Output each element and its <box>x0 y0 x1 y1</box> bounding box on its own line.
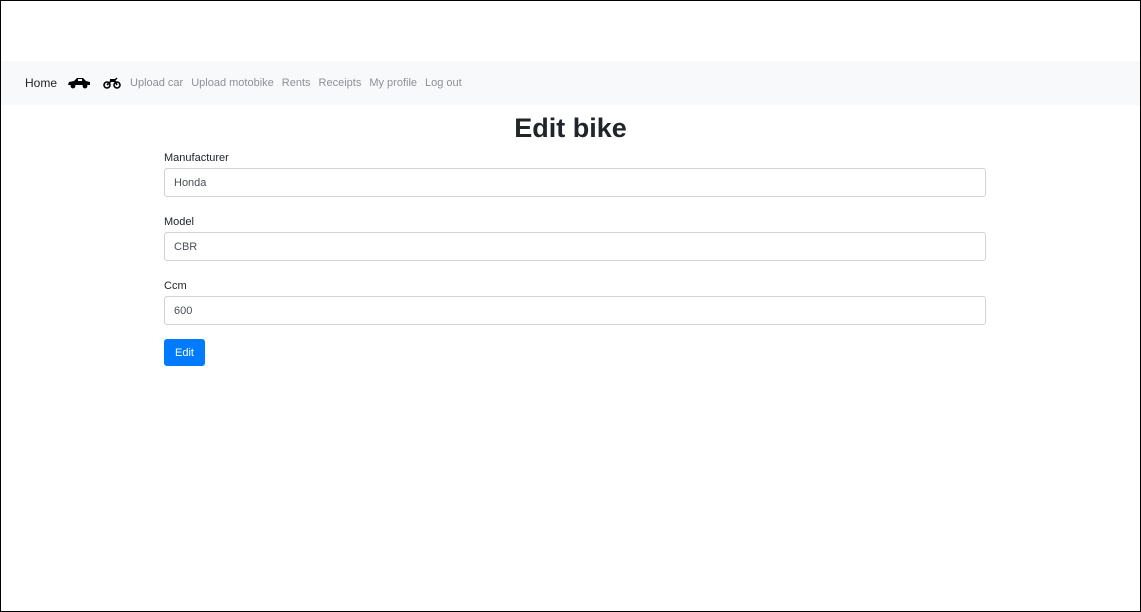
ccm-input[interactable] <box>164 296 986 325</box>
model-group: Model <box>164 212 986 261</box>
model-label: Model <box>164 216 194 228</box>
top-navbar: Home Upload car Upload motobike Rents Re… <box>1 61 1140 105</box>
nav-log-out-link[interactable]: Log out <box>425 77 462 89</box>
nav-upload-car-link[interactable]: Upload car <box>130 77 183 89</box>
manufacturer-input[interactable] <box>164 168 986 197</box>
ccm-group: Ccm <box>164 276 986 325</box>
edit-bike-form: Manufacturer Model Ccm Edit <box>164 148 986 366</box>
ccm-label: Ccm <box>164 280 187 292</box>
nav-receipts-link[interactable]: Receipts <box>319 77 362 89</box>
manufacturer-label: Manufacturer <box>164 152 229 164</box>
nav-my-profile-link[interactable]: My profile <box>369 77 417 89</box>
car-icon[interactable] <box>67 76 91 90</box>
motorbike-icon[interactable] <box>103 76 121 90</box>
nav-upload-motobike-link[interactable]: Upload motobike <box>191 77 274 89</box>
nav-rents-link[interactable]: Rents <box>282 77 311 89</box>
page-title: Edit bike <box>514 113 627 143</box>
model-input[interactable] <box>164 232 986 261</box>
manufacturer-group: Manufacturer <box>164 148 986 197</box>
nav-home-link[interactable]: Home <box>25 76 57 90</box>
edit-button[interactable]: Edit <box>164 339 205 366</box>
